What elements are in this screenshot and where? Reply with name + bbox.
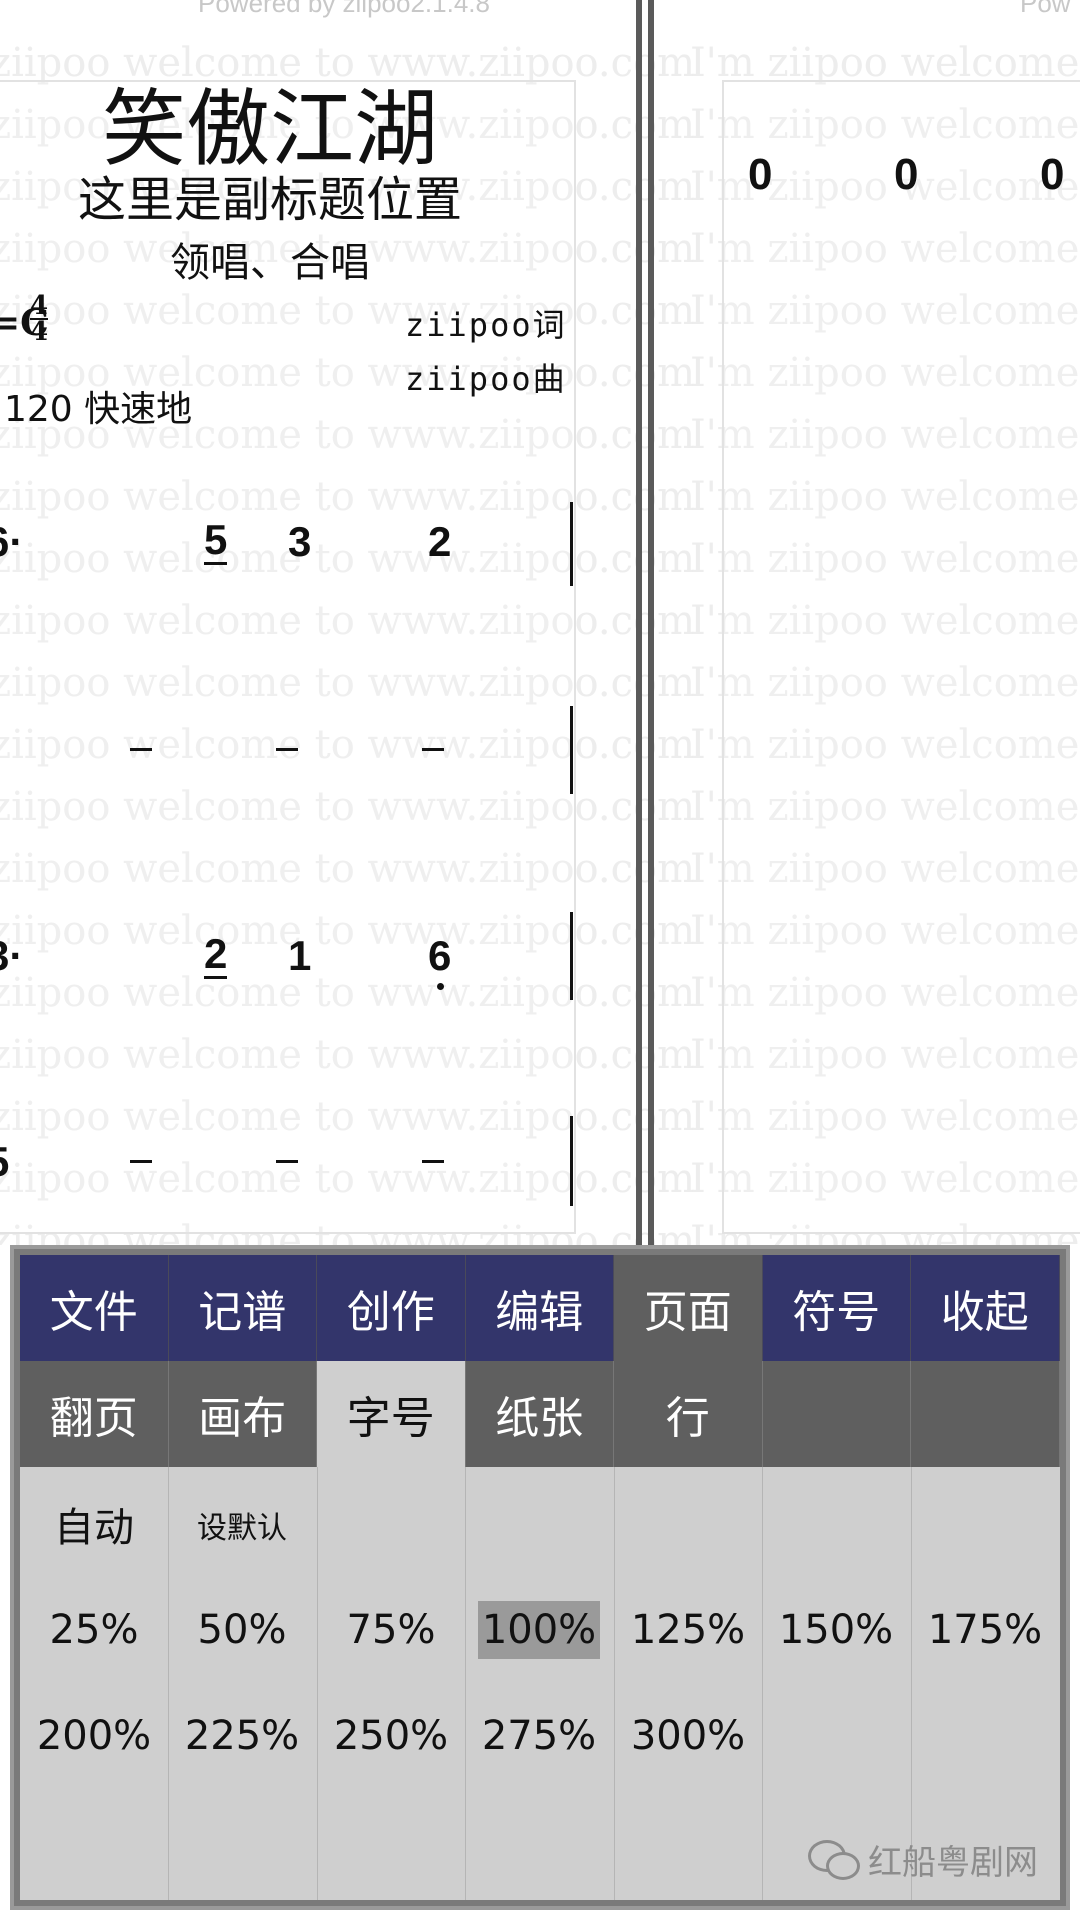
tempo-label[interactable]: 120 快速地 (4, 380, 192, 432)
barline (570, 502, 573, 586)
dash[interactable] (130, 748, 152, 751)
score-singer[interactable]: 领唱、合唱 (150, 230, 390, 288)
zoom-option-275[interactable]: 275% (465, 1713, 613, 1759)
zoom-option-300[interactable]: 300% (614, 1713, 762, 1759)
zoom-option-100-label: 100% (477, 1601, 601, 1659)
note[interactable]: 6· (0, 518, 23, 566)
tab-collapse[interactable]: 收起 (911, 1255, 1060, 1361)
subtab-paper[interactable]: 纸张 (465, 1361, 614, 1467)
menu-inner: 文件 记谱 创作 编辑 页面 符号 收起 翻页 画布 字号 纸张 行 自动 设默… (20, 1255, 1060, 1900)
dash[interactable] (130, 1160, 152, 1163)
tab-page[interactable]: 页面 (614, 1255, 763, 1361)
page-divider-right (648, 0, 654, 1245)
subtab-font-size[interactable]: 字号 (317, 1361, 466, 1467)
time-signature: 4 4 (30, 291, 49, 347)
note[interactable]: 2 (204, 932, 228, 979)
powered-by-text-right: Pow (1020, 0, 1071, 18)
zoom-option-75[interactable]: 75% (317, 1607, 465, 1653)
barline (570, 912, 573, 1000)
page-menu-panel: 文件 记谱 创作 编辑 页面 符号 收起 翻页 画布 字号 纸张 行 自动 设默… (10, 1245, 1070, 1910)
grid-divider (317, 1467, 318, 1900)
credit-watermark: 红船粤剧网 (808, 1835, 1038, 1884)
note[interactable]: 2 (428, 518, 451, 566)
time-top: 4 (30, 291, 49, 321)
option-auto[interactable]: 自动 (20, 1495, 168, 1553)
dash[interactable] (276, 748, 298, 751)
dash[interactable] (276, 1160, 298, 1163)
subtab-turn-page[interactable]: 翻页 (20, 1361, 169, 1467)
zoom-option-125[interactable]: 125% (614, 1607, 762, 1653)
note[interactable]: 3· (0, 932, 23, 980)
composer-label[interactable]: ziipoo曲 (405, 354, 567, 400)
note[interactable]: 0 (894, 150, 918, 200)
note[interactable]: 5 (0, 1138, 9, 1186)
note[interactable]: 5 (204, 518, 228, 565)
note[interactable]: 6 (428, 932, 451, 990)
score-subtitle[interactable]: 这里是副标题位置 (40, 160, 500, 230)
dash[interactable] (422, 1160, 444, 1163)
note[interactable]: 0 (748, 150, 772, 200)
grid-divider (762, 1467, 763, 1900)
zoom-option-250[interactable]: 250% (317, 1713, 465, 1759)
key-signature[interactable]: =C 4 4 (0, 293, 49, 345)
tab-notation[interactable]: 记谱 (168, 1255, 317, 1361)
menu-subtabs: 翻页 画布 字号 纸张 行 (20, 1361, 1060, 1467)
zoom-option-200[interactable]: 200% (20, 1713, 168, 1759)
option-set-default[interactable]: 设默认 (168, 1503, 316, 1547)
note[interactable]: 0 (1040, 150, 1064, 200)
time-bottom: 4 (30, 317, 49, 347)
wechat-icon (808, 1839, 860, 1880)
note[interactable]: 1 (288, 932, 311, 980)
menu-tabs: 文件 记谱 创作 编辑 页面 符号 收起 (20, 1255, 1060, 1361)
credit-text: 红船粤剧网 (868, 1843, 1038, 1883)
powered-by-text: Powered by ziipoo2.1.4.8 (198, 0, 490, 18)
tab-edit[interactable]: 编辑 (465, 1255, 614, 1361)
subtab-line[interactable]: 行 (614, 1361, 763, 1467)
lyricist-label[interactable]: ziipoo词 (405, 300, 567, 346)
tab-symbol[interactable]: 符号 (762, 1255, 911, 1361)
grid-divider (614, 1467, 615, 1900)
subtab-canvas[interactable]: 画布 (168, 1361, 317, 1467)
score-page-right[interactable] (722, 80, 1080, 1234)
zoom-option-175[interactable]: 175% (911, 1607, 1059, 1653)
subtab-empty (762, 1361, 911, 1467)
zoom-option-50[interactable]: 50% (168, 1607, 316, 1653)
barline (570, 706, 573, 794)
status-strip: Powered by ziipoo2.1.4.8 Pow (0, 0, 1080, 18)
page-divider-left (636, 0, 642, 1245)
barline (570, 1116, 573, 1206)
zoom-option-225[interactable]: 225% (168, 1713, 316, 1759)
zoom-option-150[interactable]: 150% (762, 1607, 910, 1653)
tab-create[interactable]: 创作 (317, 1255, 466, 1361)
note[interactable]: 3 (288, 518, 311, 566)
subtab-empty (911, 1361, 1060, 1467)
grid-divider (465, 1467, 466, 1900)
zoom-option-100[interactable]: 100% (465, 1601, 613, 1659)
zoom-option-25[interactable]: 25% (20, 1607, 168, 1653)
tab-file[interactable]: 文件 (20, 1255, 169, 1361)
dash[interactable] (422, 748, 444, 751)
